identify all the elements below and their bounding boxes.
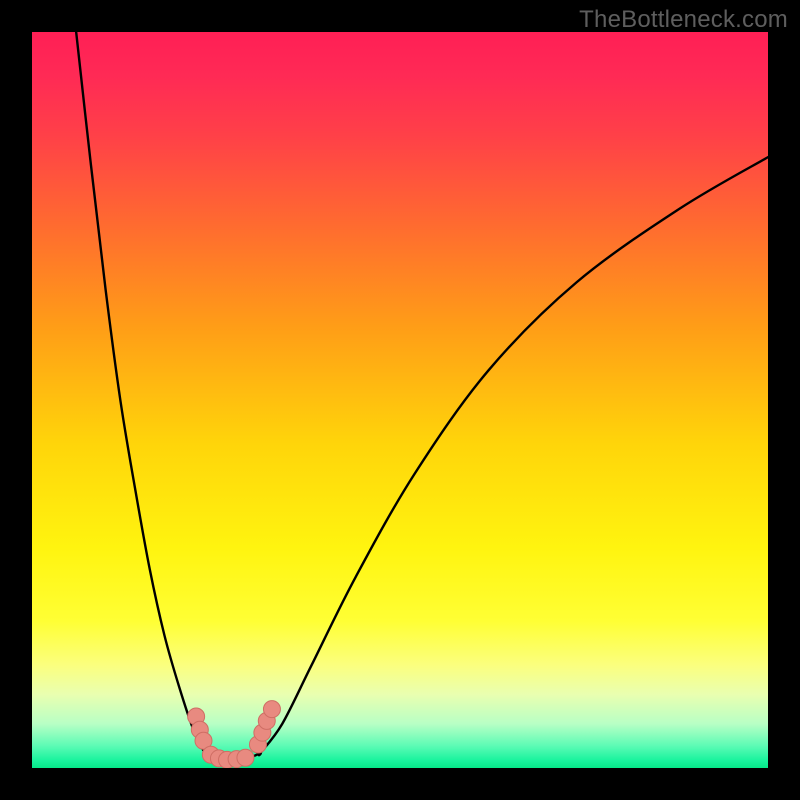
- chart-svg: [32, 32, 768, 768]
- bottleneck-curve: [76, 32, 768, 761]
- plot-area: [32, 32, 768, 768]
- valley-marker: [237, 749, 254, 766]
- valley-marker: [263, 701, 280, 718]
- valley-markers: [188, 701, 281, 768]
- chart-frame: TheBottleneck.com: [0, 0, 800, 800]
- watermark-text: TheBottleneck.com: [579, 6, 788, 34]
